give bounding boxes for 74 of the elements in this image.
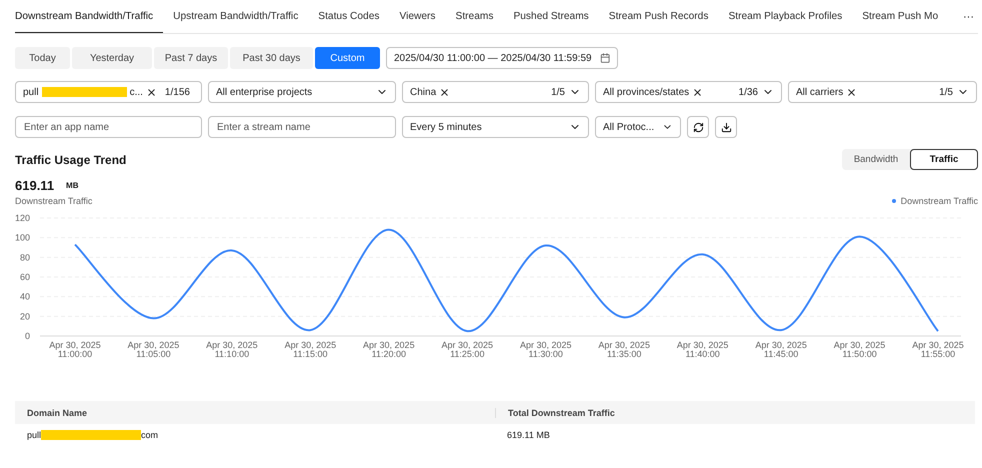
axis-label: 80 bbox=[20, 252, 30, 262]
axis-label: 0 bbox=[24, 331, 30, 341]
axis-label: 60 bbox=[20, 272, 30, 282]
toggle-button[interactable]: Traffic bbox=[910, 149, 978, 170]
filter-select[interactable]: All carriers 1/5 bbox=[788, 81, 977, 103]
column-header: Domain Name bbox=[26, 408, 88, 418]
tag-label: All carriers bbox=[796, 86, 844, 98]
time-range-button[interactable]: Past 30 days bbox=[230, 47, 313, 69]
total-label: Downstream Traffic bbox=[15, 196, 92, 206]
time-range-button[interactable]: Today bbox=[15, 47, 70, 69]
project-select[interactable]: All enterprise projects bbox=[208, 81, 396, 103]
close-icon[interactable] bbox=[439, 86, 450, 98]
tab[interactable]: Stream Playback Profiles bbox=[718, 0, 852, 33]
filter-select[interactable]: All provinces/states 1/36 bbox=[595, 81, 782, 103]
time-range-button[interactable]: Yesterday bbox=[72, 47, 152, 69]
count-label: 1/36 bbox=[738, 86, 758, 98]
download-icon bbox=[720, 122, 732, 132]
axis-label: Apr 30, 2025 11:50:00 bbox=[834, 340, 886, 359]
tag-label: All provinces/states bbox=[603, 86, 690, 98]
axis-label: Apr 30, 2025 11:25:00 bbox=[442, 340, 494, 359]
axis-label: Apr 30, 2025 11:15:00 bbox=[284, 340, 336, 359]
app-name-field[interactable]: Enter an app name bbox=[15, 116, 202, 138]
axis-label: 20 bbox=[20, 311, 30, 322]
count-label: 1/5 bbox=[939, 86, 953, 98]
close-icon[interactable] bbox=[692, 86, 704, 98]
tab[interactable]: Viewers bbox=[389, 0, 446, 33]
axis-label: Apr 30, 2025 11:10:00 bbox=[206, 340, 258, 359]
tag-label: pull bbox=[23, 86, 39, 98]
table-cell: com bbox=[141, 430, 158, 440]
date-range-field[interactable]: 2025/04/30 11:00:00 — 2025/04/30 11:59:59 bbox=[386, 47, 618, 69]
tab[interactable]: Downstream Bandwidth/Traffic bbox=[15, 0, 164, 33]
total-value: 619.11 bbox=[15, 178, 54, 193]
unit-label: MB bbox=[66, 181, 78, 190]
axis-label: Apr 30, 2025 11:05:00 bbox=[128, 340, 180, 359]
axis-label: Apr 30, 2025 11:30:00 bbox=[520, 340, 572, 359]
axis-label: Apr 30, 2025 11:35:00 bbox=[598, 340, 650, 359]
axis-label: Apr 30, 2025 11:45:00 bbox=[755, 340, 807, 359]
more-icon[interactable]: ··· bbox=[959, 10, 978, 22]
time-range-button[interactable]: Custom bbox=[315, 47, 380, 69]
tab[interactable]: Pushed Streams bbox=[503, 0, 599, 33]
axis-label: Apr 30, 2025 11:20:00 bbox=[363, 340, 415, 359]
column-header: Total Downstream Traffic bbox=[495, 408, 975, 418]
filter-select[interactable]: pull c... 1/156 bbox=[15, 81, 202, 103]
section-title: Traffic Usage Trend bbox=[15, 152, 126, 166]
close-icon[interactable] bbox=[846, 86, 858, 98]
axis-label: Apr 30, 2025 11:00:00 bbox=[49, 340, 101, 359]
interval-select[interactable]: Every 5 minutes bbox=[402, 116, 589, 138]
tab[interactable]: Upstream Bandwidth/Traffic bbox=[163, 0, 308, 33]
axis-label: 100 bbox=[14, 232, 30, 243]
axis-label: Apr 30, 2025 11:40:00 bbox=[676, 340, 728, 359]
protocol-select[interactable]: All Protoc... bbox=[595, 116, 681, 138]
tab[interactable]: Status Codes bbox=[308, 0, 390, 33]
close-icon[interactable] bbox=[146, 86, 157, 98]
refresh-button[interactable] bbox=[687, 116, 709, 138]
stream-name-field[interactable]: Enter a stream name bbox=[208, 116, 396, 138]
refresh-icon bbox=[692, 122, 704, 132]
axis-label: Apr 30, 2025 11:55:00 bbox=[912, 340, 964, 359]
download-button[interactable] bbox=[715, 116, 737, 138]
toggle-button[interactable]: Bandwidth bbox=[842, 149, 910, 170]
legend-label: Downstream Traffic bbox=[900, 196, 978, 206]
tag-label: China bbox=[410, 86, 436, 98]
tag-label: c... bbox=[130, 86, 143, 98]
time-range-button[interactable]: Past 7 days bbox=[154, 47, 228, 69]
tab[interactable]: Stream Push Records bbox=[598, 0, 718, 33]
calendar-icon bbox=[600, 52, 610, 64]
count-label: 1/156 bbox=[164, 86, 190, 98]
count-label: 1/5 bbox=[551, 86, 565, 98]
axis-label: 120 bbox=[14, 213, 30, 223]
table-cell: 619.11 MB bbox=[507, 430, 550, 440]
tab[interactable]: Streams bbox=[446, 0, 504, 33]
filter-select[interactable]: China 1/5 bbox=[402, 81, 589, 103]
axis-label: 40 bbox=[20, 292, 30, 302]
table-cell: pull bbox=[27, 430, 42, 440]
tab[interactable]: Stream Push Mo bbox=[852, 0, 948, 33]
